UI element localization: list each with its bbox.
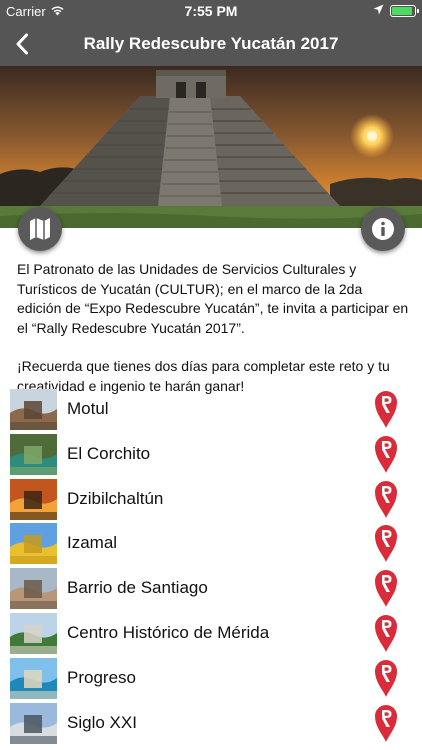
location-pin-icon	[374, 703, 398, 743]
location-pin-icon	[374, 613, 398, 653]
place-name: Motul	[67, 399, 109, 418]
location-pin-icon	[374, 434, 398, 474]
description-paragraph: El Patronato de las Unidades de Servicio…	[17, 261, 409, 336]
list-item[interactable]: Centro Histórico de Mérida	[0, 611, 422, 656]
status-right	[373, 3, 419, 18]
place-thumbnail	[10, 478, 57, 520]
list-item[interactable]: Dzibilchaltún	[0, 477, 422, 522]
pyramid-sunset-image	[0, 66, 422, 228]
list-item[interactable]: Motul	[0, 387, 422, 432]
list-item[interactable]: Barrio de Santiago	[0, 566, 422, 611]
map-icon	[30, 218, 50, 240]
back-button[interactable]	[8, 30, 36, 58]
places-list: Motul El Corchito Dzibilchaltún Izamal Barri…	[0, 387, 422, 745]
place-name: Siglo XXI	[67, 712, 137, 732]
navigation-bar: Rally Redescubre Yucatán 2017	[0, 22, 422, 66]
location-pin-icon	[374, 568, 398, 608]
list-item[interactable]: El Corchito	[0, 432, 422, 477]
place-thumbnail	[10, 657, 57, 699]
place-thumbnail	[10, 523, 57, 565]
place-name: Izamal	[67, 533, 118, 553]
place-name: Barrio de Santiago	[67, 578, 208, 598]
place-name: Centro Histórico de Mérida	[67, 622, 270, 642]
status-time: 7:55 PM	[184, 3, 238, 19]
info-icon	[372, 218, 394, 240]
place-name: Progreso	[67, 667, 136, 687]
list-item[interactable]: Siglo XXI	[0, 701, 422, 746]
place-thumbnail	[10, 568, 57, 610]
list-item[interactable]: Progreso	[0, 656, 422, 701]
battery-level	[392, 6, 412, 15]
location-pin-icon	[374, 389, 398, 429]
location-pin-icon	[374, 523, 398, 563]
location-pin-icon	[374, 479, 398, 519]
location-arrow-icon	[373, 3, 384, 18]
list-item[interactable]: Izamal	[0, 521, 422, 566]
page-title: Rally Redescubre Yucatán 2017	[83, 34, 339, 53]
place-thumbnail	[10, 389, 57, 430]
location-pin-icon	[374, 658, 398, 698]
place-name: Dzibilchaltún	[67, 488, 164, 508]
chevron-left-icon	[16, 33, 28, 55]
battery-icon	[390, 4, 419, 17]
rally-description: El Patronato de las Unidades de Servicio…	[17, 260, 409, 396]
place-thumbnail	[10, 702, 57, 744]
map-button[interactable]	[18, 207, 62, 251]
hero-image	[0, 66, 422, 228]
place-name: El Corchito	[67, 443, 151, 463]
status-bar: Carrier 7:55 PM	[0, 0, 422, 22]
info-button[interactable]	[361, 207, 405, 251]
place-thumbnail	[10, 612, 57, 654]
place-thumbnail	[10, 433, 57, 475]
